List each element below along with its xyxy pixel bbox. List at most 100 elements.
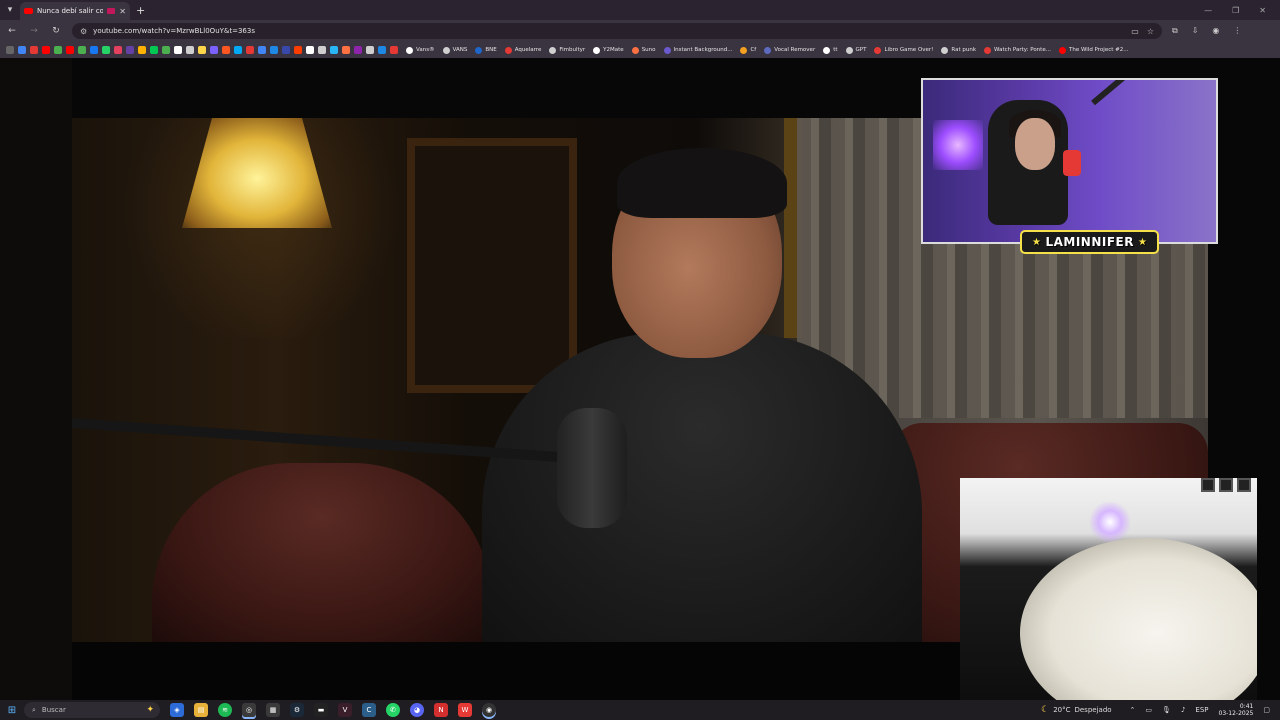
network-icon[interactable]: ▭	[1145, 706, 1152, 714]
downloads-icon[interactable]: ⇩	[1192, 26, 1199, 36]
bookmark-icon[interactable]	[210, 46, 218, 54]
bookmark-icon[interactable]	[294, 46, 302, 54]
pinned-apps: ◈ ▤ ≋ ◎ ▦ ⚙ ▬ V C ✆ ◕ N W ◉	[170, 703, 496, 717]
discord-icon[interactable]: ◕	[410, 703, 424, 717]
bookmark-item[interactable]: Libro Game Over!	[874, 46, 933, 54]
bookmark-item[interactable]: Suno	[631, 46, 656, 54]
bookmark-icon[interactable]	[282, 46, 290, 54]
tab-title: Nunca debí salir con MI M...	[37, 7, 104, 15]
bookmark-icon[interactable]	[174, 46, 182, 54]
vegas-icon[interactable]: V	[338, 703, 352, 717]
bookmark-icon[interactable]	[42, 46, 50, 54]
bookmark-icon[interactable]	[246, 46, 254, 54]
bookmark-icon[interactable]	[198, 46, 206, 54]
bookmark-icon[interactable]	[270, 46, 278, 54]
chevron-up-icon[interactable]: ⌃	[1130, 706, 1136, 714]
bookmark-icon[interactable]	[222, 46, 230, 54]
back-icon[interactable]: ←	[6, 26, 18, 36]
bookmark-item[interactable]: Instant Background...	[663, 46, 732, 54]
bookmark-icon[interactable]	[102, 46, 110, 54]
minimize-icon[interactable]: —	[1204, 6, 1212, 15]
reload-icon[interactable]: ↻	[50, 26, 62, 36]
notifications-icon[interactable]: ▢	[1263, 706, 1270, 714]
bookmark-item[interactable]: The Wild Project #2...	[1058, 46, 1128, 54]
bookmark-icon[interactable]	[162, 46, 170, 54]
bookmark-icon[interactable]	[78, 46, 86, 54]
bookmark-item[interactable]: Watch Party: Ponte...	[984, 46, 1051, 54]
bookmark-icon[interactable]	[186, 46, 194, 54]
new-tab-button[interactable]: +	[136, 4, 145, 17]
bookmark-item[interactable]: Y2Mate	[593, 46, 624, 54]
bookmark-icon[interactable]	[138, 46, 146, 54]
news-app-icon[interactable]: N	[434, 703, 448, 717]
bookmark-star-icon[interactable]: ☆	[1147, 27, 1154, 36]
obs-studio-icon[interactable]: ◉	[482, 703, 496, 717]
spotify-icon[interactable]: ≋	[218, 703, 232, 717]
bookmark-icon[interactable]	[18, 46, 26, 54]
whatsapp-icon[interactable]: ✆	[386, 703, 400, 717]
bookmark-icon[interactable]	[306, 46, 314, 54]
bookmark-item[interactable]: VANS	[442, 46, 467, 54]
bookmark-icon[interactable]	[342, 46, 350, 54]
bookmark-favicon-icon	[1058, 46, 1066, 54]
extensions-icon[interactable]: ⧉	[1172, 26, 1178, 36]
bookmark-icon[interactable]	[354, 46, 362, 54]
bookmark-item[interactable]: GPT	[845, 46, 866, 54]
install-app-icon[interactable]: ▭	[1131, 27, 1139, 36]
bookmark-icon[interactable]	[126, 46, 134, 54]
bookmark-icon[interactable]	[234, 46, 242, 54]
bookmark-favicon-icon	[845, 46, 853, 54]
weather-widget[interactable]: ☾ 20°C Despejado	[1041, 705, 1111, 715]
bookmark-favicon-icon	[740, 46, 748, 54]
bookmark-icon[interactable]	[378, 46, 386, 54]
search-highlight-icon: ✦	[146, 705, 154, 715]
steam-icon[interactable]: ⚙	[290, 703, 304, 717]
bookmark-icon[interactable]	[90, 46, 98, 54]
bookmark-icon[interactable]	[318, 46, 326, 54]
chrome-icon[interactable]: ◎	[242, 703, 256, 717]
forward-icon[interactable]: →	[28, 26, 40, 36]
tab-search-icon[interactable]: ▾	[0, 0, 20, 20]
close-window-icon[interactable]: ✕	[1259, 6, 1266, 15]
copilot-icon[interactable]: ◈	[170, 703, 184, 717]
address-bar[interactable]: ⚙ youtube.com/watch?v=MzrwBLl0OuY&t=363s…	[72, 23, 1162, 39]
wps-icon[interactable]: W	[458, 703, 472, 717]
profile-icon[interactable]: ◉	[1212, 26, 1219, 36]
bookmark-item[interactable]: BNE	[475, 46, 497, 54]
bookmark-item[interactable]: Rat punk	[941, 46, 977, 54]
site-info-icon[interactable]: ⚙	[80, 27, 87, 36]
obs-dock-icon[interactable]: ▬	[314, 703, 328, 717]
bookmark-icon[interactable]	[150, 46, 158, 54]
bookmark-item[interactable]: Vocal Remover	[764, 46, 815, 54]
windows-start-icon[interactable]: ⊞	[0, 705, 24, 716]
menu-icon[interactable]: ⋮	[1233, 26, 1241, 36]
maximize-icon[interactable]: ❐	[1232, 6, 1239, 15]
bookmark-icon[interactable]	[114, 46, 122, 54]
file-explorer-icon[interactable]: ▤	[194, 703, 208, 717]
clock[interactable]: 0:41 03-12-2025	[1219, 703, 1254, 717]
bookmark-icon[interactable]	[330, 46, 338, 54]
bookmark-item[interactable]: Fimbultyr	[549, 46, 585, 54]
mic-icon[interactable]: 🎙	[1162, 706, 1171, 714]
bookmark-icon[interactable]	[66, 46, 74, 54]
apps-icon[interactable]	[6, 46, 14, 54]
close-tab-icon[interactable]: ✕	[119, 7, 126, 16]
volume-icon[interactable]: ♪	[1181, 706, 1185, 714]
bookmark-label: Rat punk	[951, 47, 977, 53]
bookmark-item[interactable]: Cf	[740, 46, 756, 54]
streamer-name-badge: ★ LAMINNIFER ★	[1020, 230, 1160, 254]
language-indicator[interactable]: ESP	[1195, 706, 1208, 714]
calculator-icon[interactable]: ▦	[266, 703, 280, 717]
bookmark-icon[interactable]	[390, 46, 398, 54]
bookmark-icon[interactable]	[30, 46, 38, 54]
bookmark-icon[interactable]	[258, 46, 266, 54]
bookmark-icon[interactable]	[54, 46, 62, 54]
bookmark-item[interactable]: tt	[823, 46, 838, 54]
person-hair	[617, 148, 787, 218]
bookmark-icon[interactable]	[366, 46, 374, 54]
tab-active[interactable]: Nunca debí salir con MI M... ✕	[20, 2, 130, 20]
bookmark-item[interactable]: Aquelarre	[504, 46, 541, 54]
capcut-icon[interactable]: C	[362, 703, 376, 717]
taskbar-search[interactable]: ⌕ Buscar ✦	[24, 702, 160, 718]
bookmark-item[interactable]: Vans®	[406, 46, 435, 54]
